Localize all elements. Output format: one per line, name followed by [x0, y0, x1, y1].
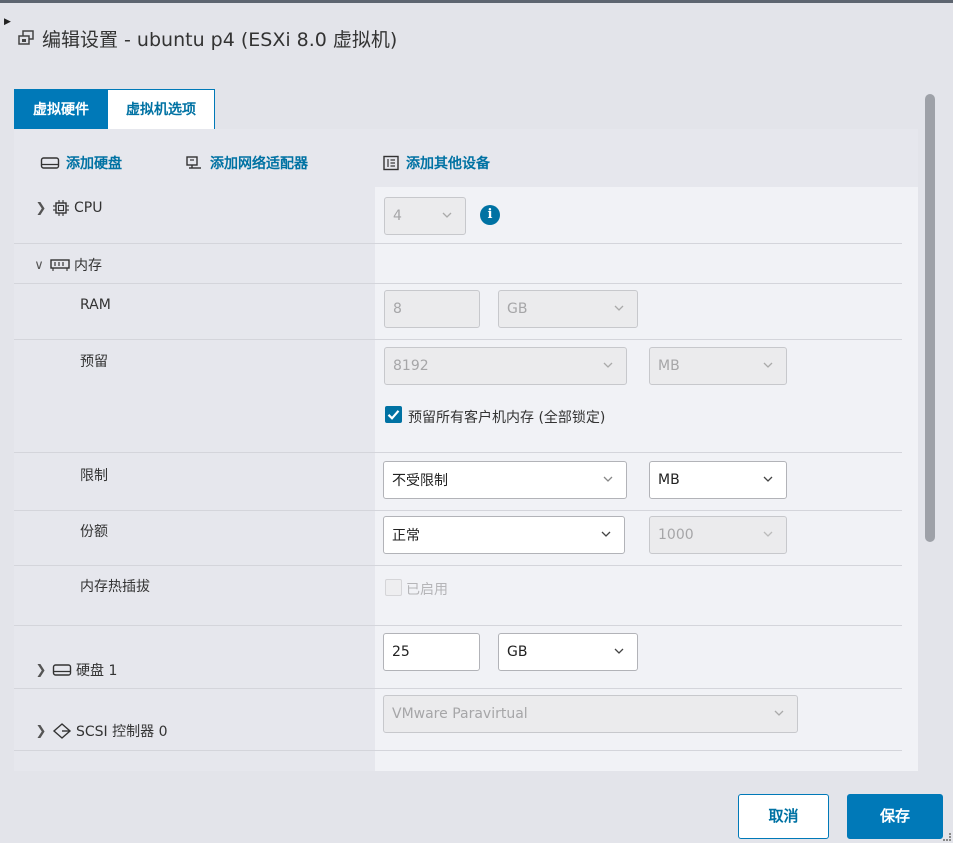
- add-disk-label: 添加硬盘: [66, 156, 122, 172]
- reservation-select[interactable]: 8192: [384, 347, 627, 385]
- memory-icon: [50, 259, 70, 271]
- hard-disk-1-row[interactable]: ❯ 硬盘 1: [34, 660, 118, 680]
- memory-hotplug-checkbox[interactable]: [385, 579, 402, 596]
- shares-select[interactable]: 正常: [383, 516, 625, 554]
- divider: [14, 565, 902, 566]
- chevron-down-icon: [603, 362, 613, 368]
- chevron-right-icon[interactable]: ❯: [34, 201, 48, 216]
- chevron-down-icon: [763, 476, 773, 482]
- disk-unit-value: GB: [507, 644, 528, 660]
- lock-all-memory-checkbox[interactable]: [385, 406, 402, 423]
- chevron-down-icon: [614, 648, 624, 654]
- corner-caret-icon: ▶: [4, 17, 11, 27]
- cpu-label: CPU: [74, 200, 103, 216]
- cancel-button[interactable]: 取消: [738, 794, 829, 839]
- scrollbar-thumb[interactable]: [925, 94, 935, 542]
- add-other-device-button[interactable]: 添加其他设备: [382, 153, 490, 173]
- resize-grip-icon[interactable]: [943, 833, 951, 841]
- divider: [14, 339, 902, 340]
- memory-label: 内存: [74, 258, 102, 274]
- ram-unit-value: GB: [507, 301, 528, 317]
- memory-hotplug-enabled-label: 已启用: [406, 582, 448, 598]
- chevron-right-icon[interactable]: ❯: [34, 724, 48, 739]
- reservation-label: 预留: [80, 354, 108, 370]
- other-device-icon: [383, 155, 399, 171]
- memory-hotplug-label: 内存热插拔: [80, 579, 150, 595]
- cpu-icon: [53, 200, 69, 216]
- shares-amount-select[interactable]: 1000: [649, 516, 787, 554]
- divider: [14, 625, 902, 626]
- cpu-row[interactable]: ❯ CPU: [34, 199, 102, 217]
- add-network-adapter-button[interactable]: 添加网络适配器: [184, 153, 308, 173]
- chevron-down-icon[interactable]: ∨: [32, 258, 46, 273]
- shares-amount-value: 1000: [658, 527, 694, 543]
- disk-size-value: 25: [392, 644, 410, 660]
- network-adapter-icon: [186, 156, 201, 169]
- reservation-unit-value: MB: [658, 358, 680, 374]
- limit-unit-value: MB: [658, 472, 680, 488]
- shares-value: 正常: [392, 528, 420, 544]
- memory-row[interactable]: ∨ 内存: [32, 255, 102, 275]
- ram-unit-select[interactable]: GB: [498, 290, 638, 328]
- lock-all-memory-label: 预留所有客户机内存 (全部锁定): [408, 410, 606, 426]
- tab-vm-options[interactable]: 虚拟机选项: [108, 89, 215, 131]
- chevron-down-icon: [763, 362, 773, 368]
- vm-icon: [18, 29, 34, 45]
- add-other-device-label: 添加其他设备: [406, 156, 490, 172]
- ram-label: RAM: [80, 297, 111, 313]
- limit-unit-select[interactable]: MB: [649, 461, 787, 499]
- scsi-controller-0-label: SCSI 控制器 0: [76, 724, 168, 740]
- ram-size-input[interactable]: 8: [384, 290, 480, 328]
- scsi-type-select[interactable]: VMware Paravirtual: [383, 695, 798, 733]
- scsi-controller-icon: [52, 723, 72, 739]
- chevron-down-icon: [774, 710, 784, 716]
- reservation-value: 8192: [393, 358, 429, 374]
- tab-bar: 虚拟硬件 虚拟机选项: [14, 89, 215, 131]
- divider: [14, 688, 902, 689]
- reservation-unit-select[interactable]: MB: [649, 347, 787, 385]
- hard-disk-1-label: 硬盘 1: [76, 663, 118, 679]
- limit-select[interactable]: 不受限制: [383, 461, 627, 499]
- divider: [14, 750, 902, 751]
- disk-unit-select[interactable]: GB: [498, 633, 638, 671]
- dialog-header: 编辑设置 - ubuntu p4 (ESXi 8.0 虚拟机): [16, 25, 397, 52]
- chevron-down-icon: [603, 476, 613, 482]
- hard-disk-icon: [40, 157, 60, 169]
- cpu-count-select[interactable]: 4: [384, 197, 466, 235]
- limit-value: 不受限制: [392, 473, 448, 489]
- limit-label: 限制: [80, 468, 108, 484]
- chevron-down-icon: [614, 305, 624, 311]
- chevron-down-icon: [442, 212, 452, 218]
- hard-disk-icon: [52, 664, 72, 676]
- divider: [14, 283, 902, 284]
- scsi-controller-0-row[interactable]: ❯ SCSI 控制器 0: [34, 721, 168, 741]
- disk-size-input[interactable]: 25: [383, 633, 480, 671]
- hardware-panel: 添加硬盘 添加网络适配器 添加其他设备 ❯ CPU 4 i ∨ 内存 RAM 8…: [14, 129, 918, 771]
- add-disk-button[interactable]: 添加硬盘: [40, 153, 122, 173]
- dialog-title: 编辑设置 - ubuntu p4 (ESXi 8.0 虚拟机): [42, 29, 398, 51]
- checkmark-icon: [387, 410, 400, 420]
- add-network-adapter-label: 添加网络适配器: [210, 156, 308, 172]
- divider: [14, 510, 902, 511]
- chevron-down-icon: [601, 531, 611, 537]
- save-button[interactable]: 保存: [847, 794, 943, 839]
- shares-label: 份额: [80, 524, 108, 540]
- ram-size-value: 8: [393, 301, 402, 317]
- chevron-right-icon[interactable]: ❯: [34, 663, 48, 678]
- scsi-type-value: VMware Paravirtual: [392, 706, 528, 722]
- info-icon[interactable]: i: [480, 205, 500, 225]
- chevron-down-icon: [763, 531, 773, 537]
- tab-virtual-hardware[interactable]: 虚拟硬件: [14, 89, 108, 131]
- divider: [14, 243, 902, 244]
- cpu-count-value: 4: [393, 208, 402, 224]
- divider: [14, 452, 902, 453]
